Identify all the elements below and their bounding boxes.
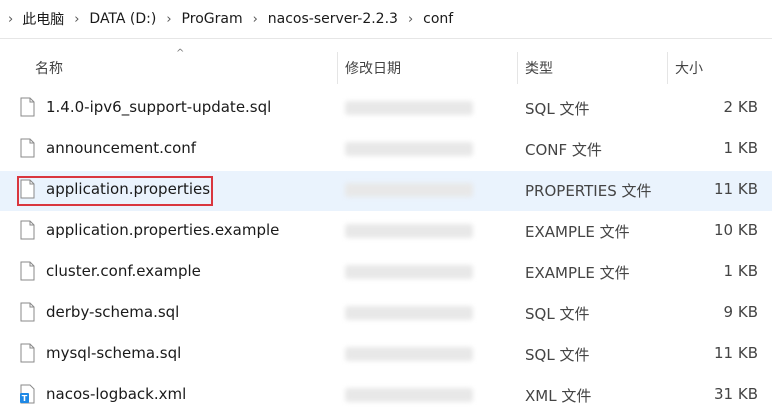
file-type: PROPERTIES 文件: [525, 182, 652, 200]
column-divider[interactable]: [337, 52, 338, 84]
file-icon: [20, 261, 35, 281]
file-type: SQL 文件: [525, 100, 590, 118]
file-name[interactable]: nacos-logback.xml: [46, 385, 186, 403]
file-size: 2 KB: [723, 98, 758, 116]
file-name[interactable]: announcement.conf: [46, 139, 196, 157]
file-modified-date-redacted: [345, 306, 473, 320]
file-row[interactable]: Tnacos-logback.xml XML 文件 31 KB: [0, 376, 772, 416]
file-type: EXAMPLE 文件: [525, 223, 630, 241]
column-header-modified[interactable]: 修改日期: [345, 58, 401, 78]
file-icon: [20, 302, 35, 322]
file-size: 1 KB: [723, 139, 758, 157]
file-size: 9 KB: [723, 303, 758, 321]
file-modified-date-redacted: [345, 388, 473, 402]
file-icon: [20, 343, 35, 363]
file-modified-date-redacted: [345, 224, 473, 238]
column-header-name[interactable]: 名称: [35, 58, 63, 78]
file-type: EXAMPLE 文件: [525, 264, 630, 282]
chevron-right-icon[interactable]: ›: [74, 12, 79, 27]
breadcrumb-conf[interactable]: conf: [423, 11, 453, 27]
file-row[interactable]: derby-schema.sql SQL 文件 9 KB: [0, 294, 772, 334]
file-size: 10 KB: [714, 221, 758, 239]
column-divider[interactable]: [667, 52, 668, 84]
file-name[interactable]: mysql-schema.sql: [46, 344, 181, 362]
breadcrumb-nacos-server[interactable]: nacos-server-2.2.3: [268, 11, 398, 27]
file-name[interactable]: derby-schema.sql: [46, 303, 179, 321]
column-divider[interactable]: [517, 52, 518, 84]
xml-file-icon: T: [20, 384, 35, 404]
file-icon: [20, 220, 35, 240]
file-name[interactable]: cluster.conf.example: [46, 262, 201, 280]
file-size: 31 KB: [714, 385, 758, 403]
breadcrumb-divider: [0, 38, 772, 39]
file-size: 1 KB: [723, 262, 758, 280]
file-row[interactable]: announcement.conf CONF 文件 1 KB: [0, 130, 772, 170]
file-name[interactable]: 1.4.0-ipv6_support-update.sql: [46, 98, 271, 116]
file-row[interactable]: mysql-schema.sql SQL 文件 11 KB: [0, 335, 772, 375]
file-name[interactable]: application.properties.example: [46, 221, 279, 239]
file-modified-date-redacted: [345, 347, 473, 361]
chevron-right-icon[interactable]: ›: [408, 12, 413, 27]
file-modified-date-redacted: [345, 142, 473, 156]
breadcrumb: › 此电脑 › DATA (D:) › ProGram › nacos-serv…: [0, 0, 772, 38]
file-icon: [20, 138, 35, 158]
file-row[interactable]: 1.4.0-ipv6_support-update.sql SQL 文件 2 KB: [0, 89, 772, 129]
svg-text:T: T: [22, 394, 28, 403]
file-size: 11 KB: [714, 180, 758, 198]
file-type: XML 文件: [525, 387, 592, 405]
chevron-right-icon[interactable]: ›: [253, 12, 258, 27]
breadcrumb-data-drive[interactable]: DATA (D:): [89, 11, 156, 27]
column-header: ^ 名称 修改日期 类型 大小: [0, 48, 772, 86]
file-icon: [20, 97, 35, 117]
column-header-size[interactable]: 大小: [675, 58, 703, 78]
file-row[interactable]: application.properties.example EXAMPLE 文件…: [0, 212, 772, 252]
file-modified-date-redacted: [345, 101, 473, 115]
column-header-type[interactable]: 类型: [525, 58, 553, 78]
breadcrumb-program[interactable]: ProGram: [182, 11, 243, 27]
chevron-right-icon[interactable]: ›: [166, 12, 171, 27]
chevron-right-icon[interactable]: ›: [8, 12, 13, 27]
file-modified-date-redacted: [345, 183, 473, 197]
file-type: CONF 文件: [525, 141, 602, 159]
file-row[interactable]: cluster.conf.example EXAMPLE 文件 1 KB: [0, 253, 772, 293]
file-type: SQL 文件: [525, 346, 590, 364]
file-modified-date-redacted: [345, 265, 473, 279]
file-size: 11 KB: [714, 344, 758, 362]
highlight-annotation: [17, 176, 213, 206]
file-type: SQL 文件: [525, 305, 590, 323]
breadcrumb-this-pc[interactable]: 此电脑: [22, 9, 64, 29]
sort-ascending-icon: ^: [176, 48, 185, 59]
